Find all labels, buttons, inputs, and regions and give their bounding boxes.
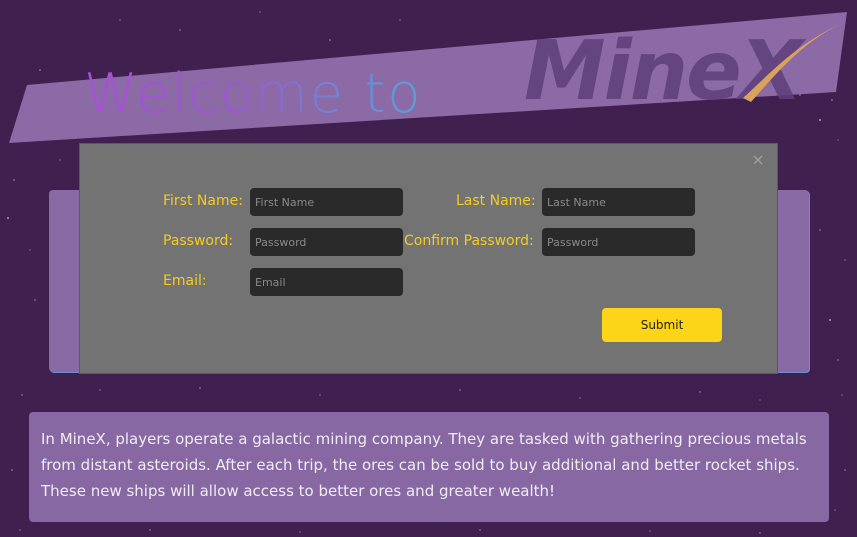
welcome-text: Welcome to bbox=[84, 62, 423, 125]
game-description-panel: In MineX, players operate a galactic min… bbox=[29, 412, 829, 522]
confirm-password-label: Confirm Password: bbox=[404, 233, 534, 249]
password-label: Password: bbox=[163, 233, 234, 249]
close-icon[interactable]: × bbox=[751, 152, 765, 168]
last-name-input[interactable] bbox=[542, 188, 695, 216]
first-name-label: First Name: bbox=[163, 193, 243, 209]
last-name-label: Last Name: bbox=[456, 193, 536, 209]
game-description-text: In MineX, players operate a galactic min… bbox=[41, 430, 807, 500]
password-input[interactable] bbox=[250, 228, 403, 256]
email-label: Email: bbox=[163, 273, 207, 289]
submit-button[interactable]: Submit bbox=[602, 308, 722, 342]
welcome-banner: Welcome to MineX bbox=[0, 0, 857, 150]
logo-swoosh-icon bbox=[743, 22, 845, 102]
first-name-input[interactable] bbox=[250, 188, 403, 216]
signup-modal: × First Name: Last Name: Password: Confi… bbox=[79, 143, 778, 374]
email-input[interactable] bbox=[250, 268, 403, 296]
confirm-password-input[interactable] bbox=[542, 228, 695, 256]
